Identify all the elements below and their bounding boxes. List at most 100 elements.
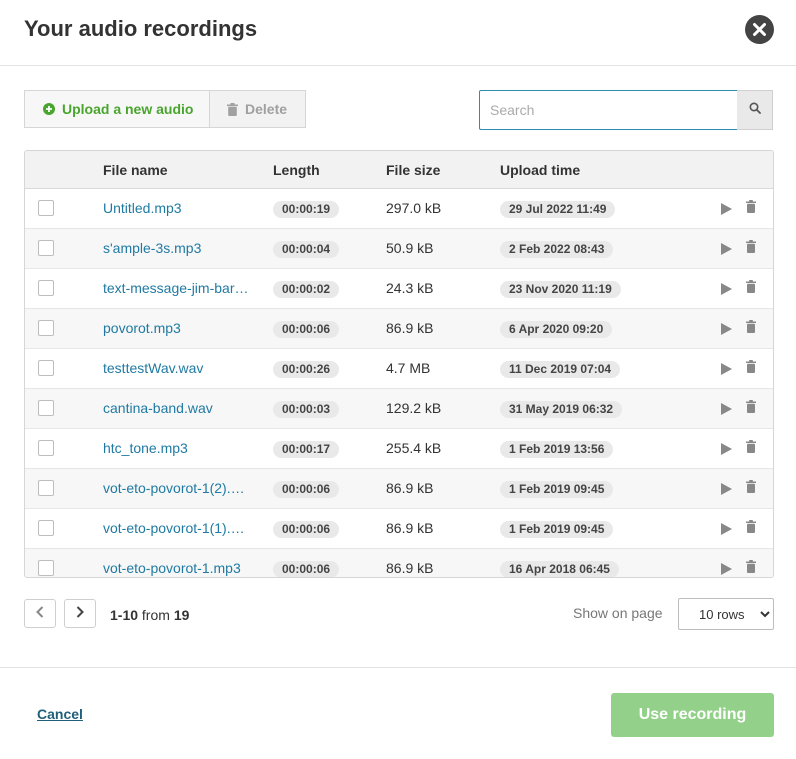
trash-icon[interactable] xyxy=(746,200,756,216)
trash-icon[interactable] xyxy=(746,520,756,536)
play-icon[interactable] xyxy=(721,482,732,498)
trash-icon[interactable] xyxy=(746,360,756,376)
search-input[interactable] xyxy=(479,90,738,130)
length-badge: 00:00:06 xyxy=(273,321,340,338)
row-checkbox[interactable] xyxy=(38,520,54,536)
delete-label: Delete xyxy=(245,101,288,117)
use-recording-button[interactable]: Use recording xyxy=(611,693,774,737)
file-name-link[interactable]: testtestWav.wav xyxy=(103,360,255,376)
play-icon[interactable] xyxy=(721,282,732,298)
length-badge: 00:00:06 xyxy=(273,561,340,577)
file-name-link[interactable]: Untitled.mp3 xyxy=(103,200,255,216)
column-length[interactable]: Length xyxy=(273,162,320,178)
row-checkbox[interactable] xyxy=(38,320,54,336)
upload-time-badge: 1 Feb 2019 09:45 xyxy=(500,521,614,538)
cancel-link[interactable]: Cancel xyxy=(37,706,83,722)
close-icon[interactable] xyxy=(745,15,774,44)
show-on-page-label: Show on page xyxy=(573,605,663,621)
play-icon[interactable] xyxy=(721,242,732,258)
row-checkbox[interactable] xyxy=(38,280,54,296)
trash-icon[interactable] xyxy=(746,240,756,256)
file-name-link[interactable]: cantina-band.wav xyxy=(103,400,255,416)
length-badge: 00:00:03 xyxy=(273,401,340,418)
upload-time-badge: 16 Apr 2018 06:45 xyxy=(500,561,619,577)
page-total: 19 xyxy=(173,607,190,623)
file-size: 86.9 kB xyxy=(386,560,434,576)
upload-time-badge: 1 Feb 2019 13:56 xyxy=(500,441,614,458)
file-size: 86.9 kB xyxy=(386,320,434,336)
trash-icon xyxy=(227,102,238,116)
page-range: 1-10 xyxy=(110,607,139,623)
file-size: 86.9 kB xyxy=(386,520,434,536)
play-icon[interactable] xyxy=(721,442,732,458)
file-name-link[interactable]: povorot.mp3 xyxy=(103,320,255,336)
trash-icon[interactable] xyxy=(746,440,756,456)
table-row: Untitled.mp3 00:00:19 297.0 kB 29 Jul 20… xyxy=(25,189,773,229)
prev-page-button[interactable] xyxy=(24,599,56,628)
search-icon xyxy=(748,101,761,119)
file-size: 4.7 MB xyxy=(386,360,431,376)
file-name-link[interactable]: s'ample-3s.mp3 xyxy=(103,240,255,256)
row-checkbox[interactable] xyxy=(38,240,54,256)
play-icon[interactable] xyxy=(721,322,732,338)
row-checkbox[interactable] xyxy=(38,400,54,416)
footer-divider xyxy=(0,667,796,668)
column-file-name[interactable]: File name xyxy=(103,162,168,178)
table-row: vot-eto-povorot-1.mp3 00:00:06 86.9 kB 1… xyxy=(25,549,773,577)
table-row: vot-eto-povorot-1(2).… 00:00:06 86.9 kB … xyxy=(25,469,773,509)
trash-icon[interactable] xyxy=(746,320,756,336)
delete-button[interactable]: Delete xyxy=(210,90,306,128)
play-icon[interactable] xyxy=(721,562,732,577)
file-size: 24.3 kB xyxy=(386,280,434,296)
table-row: text-message-jim-bar… 00:00:02 24.3 kB 2… xyxy=(25,269,773,309)
table-row: vot-eto-povorot-1(1).… 00:00:06 86.9 kB … xyxy=(25,509,773,549)
upload-audio-button[interactable]: Upload a new audio xyxy=(24,90,210,128)
rows-per-page-select[interactable]: 10 rows xyxy=(678,598,774,630)
row-checkbox[interactable] xyxy=(38,360,54,376)
file-size: 86.9 kB xyxy=(386,480,434,496)
search-button[interactable] xyxy=(737,90,773,130)
file-name-link[interactable]: vot-eto-povorot-1(1).… xyxy=(103,520,255,536)
play-icon[interactable] xyxy=(721,362,732,378)
dialog-title: Your audio recordings xyxy=(24,16,258,41)
trash-icon[interactable] xyxy=(746,480,756,496)
column-upload-time[interactable]: Upload time xyxy=(500,162,580,178)
table-row: htc_tone.mp3 00:00:17 255.4 kB 1 Feb 201… xyxy=(25,429,773,469)
trash-icon[interactable] xyxy=(746,280,756,296)
table-row: cantina-band.wav 00:00:03 129.2 kB 31 Ma… xyxy=(25,389,773,429)
play-icon[interactable] xyxy=(721,202,732,218)
chevron-right-icon xyxy=(76,605,84,623)
page-info: 1-10 from 19 xyxy=(110,607,189,623)
table-row: s'ample-3s.mp3 00:00:04 50.9 kB 2 Feb 20… xyxy=(25,229,773,269)
upload-audio-label: Upload a new audio xyxy=(62,101,194,117)
upload-time-badge: 1 Feb 2019 09:45 xyxy=(500,481,614,498)
file-name-link[interactable]: htc_tone.mp3 xyxy=(103,440,255,456)
row-checkbox[interactable] xyxy=(38,480,54,496)
play-icon[interactable] xyxy=(721,522,732,538)
upload-time-badge: 29 Jul 2022 11:49 xyxy=(500,201,616,218)
length-badge: 00:00:17 xyxy=(273,441,340,458)
play-icon[interactable] xyxy=(721,402,732,418)
row-checkbox[interactable] xyxy=(38,560,54,576)
column-file-size[interactable]: File size xyxy=(386,162,440,178)
file-name-link[interactable]: vot-eto-povorot-1.mp3 xyxy=(103,560,255,576)
trash-icon[interactable] xyxy=(746,400,756,416)
table-header: File name Length File size Upload time xyxy=(25,151,773,189)
next-page-button[interactable] xyxy=(64,599,96,628)
upload-time-badge: 6 Apr 2020 09:20 xyxy=(500,321,613,338)
file-name-link[interactable]: vot-eto-povorot-1(2).… xyxy=(103,480,255,496)
file-name-link[interactable]: text-message-jim-bar… xyxy=(103,280,255,296)
length-badge: 00:00:02 xyxy=(273,281,340,298)
table-row: testtestWav.wav 00:00:26 4.7 MB 11 Dec 2… xyxy=(25,349,773,389)
toolbar: Upload a new audio Delete xyxy=(24,90,306,128)
row-checkbox[interactable] xyxy=(38,200,54,216)
upload-time-badge: 23 Nov 2020 11:19 xyxy=(500,281,621,298)
length-badge: 00:00:26 xyxy=(273,361,340,378)
row-checkbox[interactable] xyxy=(38,440,54,456)
file-size: 255.4 kB xyxy=(386,440,442,456)
upload-time-badge: 31 May 2019 06:32 xyxy=(500,401,623,418)
file-size: 129.2 kB xyxy=(386,400,442,416)
plus-circle-icon xyxy=(43,103,55,115)
length-badge: 00:00:06 xyxy=(273,521,340,538)
trash-icon[interactable] xyxy=(746,560,756,576)
